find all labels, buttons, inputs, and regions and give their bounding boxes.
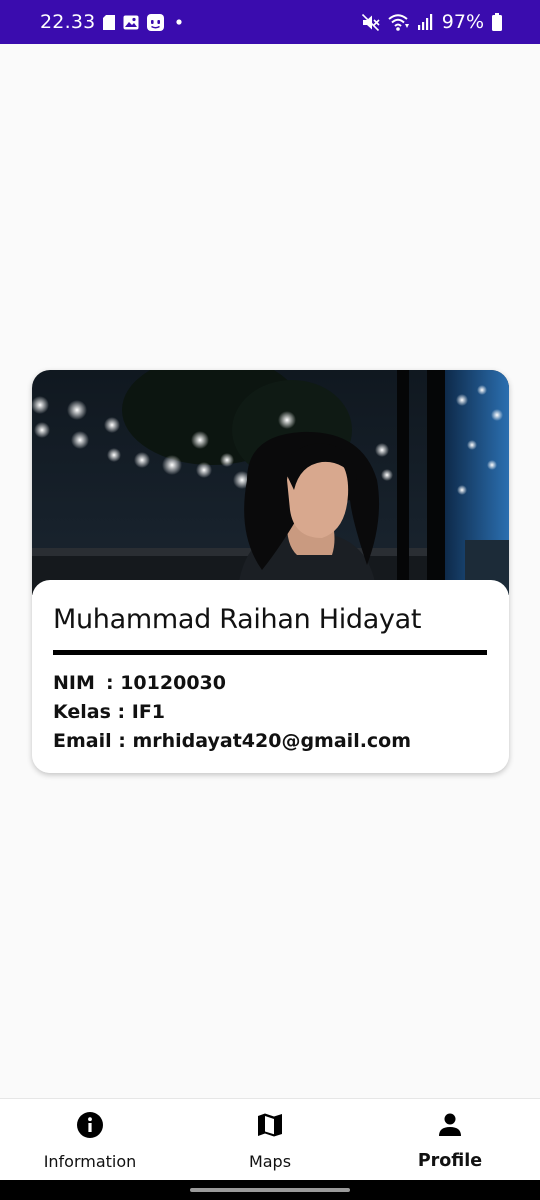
home-gesture-handle[interactable] (190, 1188, 350, 1192)
kelas-row: Kelas : IF1 (53, 698, 488, 727)
app-notification-icon (147, 13, 165, 31)
nav-label-maps: Maps (248, 1152, 292, 1171)
person-icon (436, 1111, 464, 1139)
status-bar: 22.33 97% (0, 0, 540, 44)
nav-item-profile[interactable]: Profile (360, 1099, 540, 1180)
profile-photo (32, 370, 509, 595)
map-icon (256, 1111, 284, 1139)
kelas-value: : IF1 (117, 701, 166, 723)
profile-details: NIM : 10120030 Kelas : IF1 Email : mrhid… (53, 669, 488, 756)
wifi-icon (388, 13, 410, 31)
profile-info-panel: Muhammad Raihan Hidayat NIM : 10120030 K… (32, 580, 509, 773)
nav-item-maps[interactable]: Maps (180, 1099, 360, 1180)
profile-name: Muhammad Raihan Hidayat (53, 604, 422, 635)
system-gesture-bar (0, 1180, 540, 1200)
battery-icon (492, 13, 502, 31)
nav-label-profile: Profile (417, 1151, 483, 1171)
email-row: Email : mrhidayat420@gmail.com (53, 727, 488, 756)
nav-item-information[interactable]: Information (0, 1099, 180, 1180)
nim-label: NIM (53, 672, 95, 694)
nav-label-information: Information (43, 1152, 137, 1171)
dot-icon (172, 18, 186, 26)
email-label: Email (53, 730, 112, 752)
nim-value: : 10120030 (106, 672, 226, 694)
mute-icon (361, 13, 380, 31)
profile-card: Muhammad Raihan Hidayat NIM : 10120030 K… (32, 370, 509, 773)
sim-card-icon (103, 14, 116, 30)
kelas-label: Kelas (53, 701, 111, 723)
bottom-navigation: Information Maps Profile (0, 1098, 540, 1180)
signal-icon (417, 14, 434, 30)
gallery-icon (123, 15, 139, 30)
status-time: 22.33 (40, 11, 96, 33)
nim-row: NIM : 10120030 (53, 669, 488, 698)
info-icon (76, 1111, 104, 1139)
battery-percent: 97% (441, 11, 484, 33)
divider (53, 650, 487, 655)
email-value: : mrhidayat420@gmail.com (118, 730, 412, 752)
